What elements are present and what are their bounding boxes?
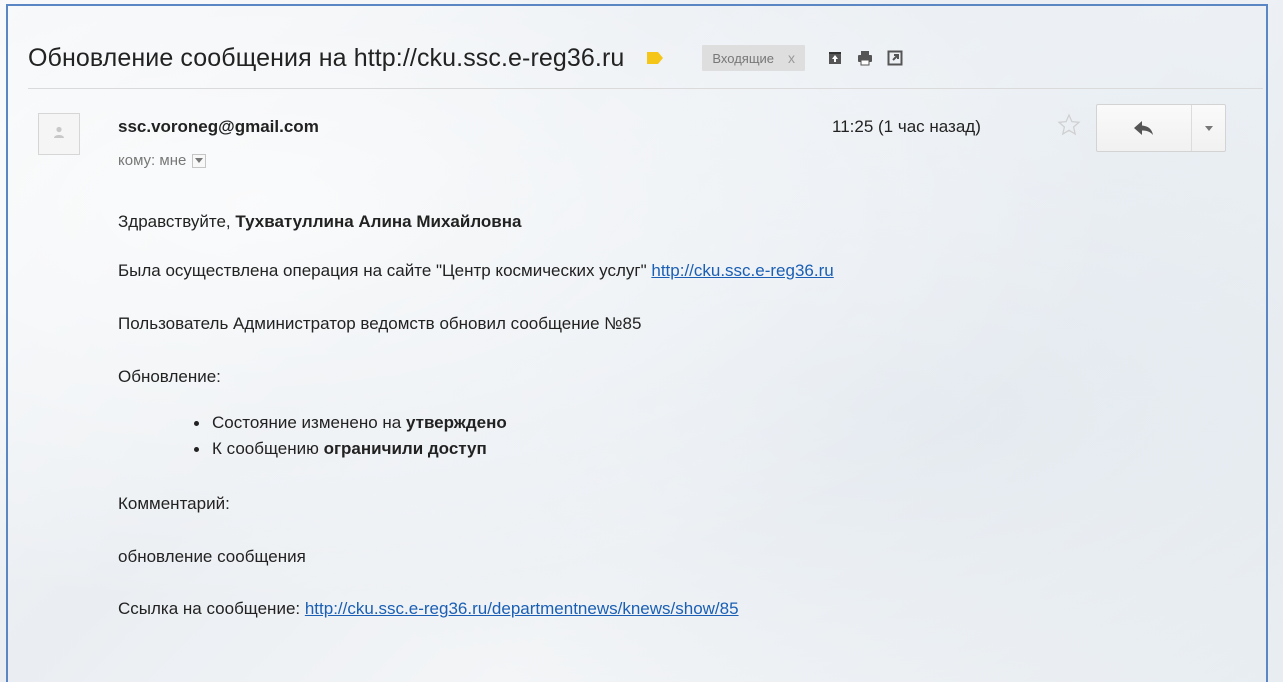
new-window-icon[interactable] xyxy=(887,50,903,66)
star-icon[interactable] xyxy=(1057,113,1081,142)
message-link[interactable]: http://cku.ssc.e-reg36.ru/departmentnews… xyxy=(305,599,739,618)
update-value: утверждено xyxy=(405,413,507,432)
reply-button-group xyxy=(1096,104,1226,152)
reply-icon xyxy=(1134,121,1153,135)
recipient-line: кому: мне xyxy=(118,152,207,169)
greeting-line: Здравствуйте, Тухватуллина Алина Михайло… xyxy=(118,212,521,232)
header-divider xyxy=(28,88,1263,89)
recipient-details-toggle[interactable] xyxy=(192,153,207,168)
message-toolbar xyxy=(827,50,903,66)
reply-button[interactable] xyxy=(1097,105,1192,151)
inbox-label-text: Входящие xyxy=(712,50,775,66)
avatar[interactable] xyxy=(38,113,80,155)
chevron-down-icon xyxy=(1204,125,1213,131)
user-update-line: Пользователь Администратор ведомств обно… xyxy=(118,314,642,333)
remove-label-button[interactable]: x xyxy=(788,50,795,66)
site-link[interactable]: http://cku.ssc.e-reg36.ru xyxy=(651,261,833,280)
update-text: Состояние изменено на xyxy=(212,413,406,432)
update-text: К сообщению xyxy=(212,439,324,458)
message-link-line: Ссылка на сообщение: http://cku.ssc.e-re… xyxy=(118,599,739,619)
greeting-prefix: Здравствуйте, xyxy=(118,212,236,231)
message-time: 11:25 (1 час назад) xyxy=(832,117,981,136)
label-tag-icon[interactable] xyxy=(646,51,664,65)
print-icon[interactable] xyxy=(857,50,873,66)
person-icon xyxy=(52,125,66,144)
list-item: Состояние изменено на утверждено xyxy=(190,410,507,436)
updates-list: Состояние изменено на утверждено К сообщ… xyxy=(190,410,507,462)
comment-text: обновление сообщения xyxy=(118,547,306,566)
email-subject: Обновление сообщения на http://cku.ssc.e… xyxy=(28,43,625,72)
recipient-text: кому: мне xyxy=(118,152,187,169)
list-item: К сообщению ограничили доступ xyxy=(190,436,507,462)
more-actions-button[interactable] xyxy=(1192,105,1225,151)
chevron-down-icon xyxy=(195,157,204,163)
message-link-prefix: Ссылка на сообщение: xyxy=(118,599,305,618)
archive-icon[interactable] xyxy=(827,50,843,66)
update-value: ограничили доступ xyxy=(323,439,487,458)
email-frame xyxy=(6,4,1268,682)
comment-heading: Комментарий: xyxy=(118,494,230,513)
updates-heading: Обновление: xyxy=(118,367,221,386)
inbox-label-chip: Входящие x xyxy=(702,45,806,71)
operation-line: Была осуществлена операция на сайте "Цен… xyxy=(118,261,834,281)
recipient-name: Тухватуллина Алина Михайловна xyxy=(235,212,522,231)
sender-address[interactable]: ssc.voroneg@gmail.com xyxy=(118,117,319,137)
subject-bar: Обновление сообщения на http://cku.ssc.e… xyxy=(28,28,1258,88)
operation-text: Была осуществлена операция на сайте "Цен… xyxy=(118,261,652,280)
